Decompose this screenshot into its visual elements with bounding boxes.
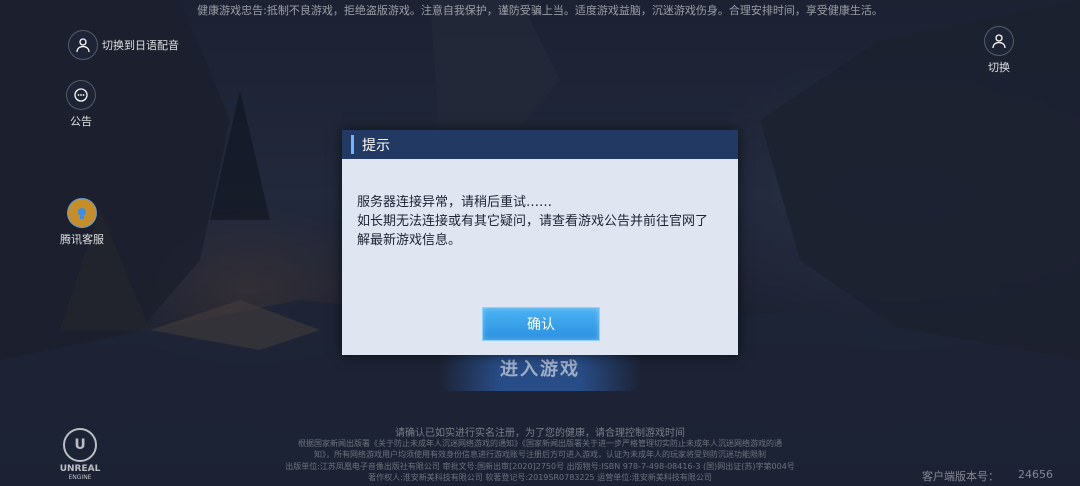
health-warning: 健康游戏忠告:抵制不良游戏，拒绝盗版游戏。注意自我保护，谨防受骗上当。适度游戏益… bbox=[197, 4, 883, 17]
legal-line-1: 根据国家新闻出版署《关于防止未成年人沉迷网络游戏的通知》《国家新闻出版署关于进一… bbox=[298, 439, 782, 448]
customer-service-icon bbox=[67, 198, 97, 228]
message-line-1: 服务器连接异常，请稍后重试…… bbox=[357, 195, 553, 210]
engine-text: ENGINE bbox=[68, 474, 92, 481]
legal-line-2: 知》，所有网络游戏用户均须使用有效身份信息进行游戏账号注册后方可进入游戏，认证为… bbox=[314, 450, 766, 459]
switch-account-label: 切换 bbox=[988, 61, 1010, 74]
client-version: 客户端版本号： 24656 bbox=[922, 468, 1053, 484]
voice-switch-button[interactable]: 切换到日语配音 bbox=[68, 30, 179, 60]
dialog-header: 提示 bbox=[342, 130, 738, 159]
unreal-engine-logo: U UNREAL ENGINE bbox=[55, 428, 105, 481]
alert-dialog: 提示 服务器连接异常，请稍后重试…… 如长期无法连接或有其它疑问，请查看游戏公告… bbox=[342, 130, 738, 355]
title-accent-bar bbox=[351, 135, 354, 154]
voice-switch-label: 切换到日语配音 bbox=[102, 39, 179, 52]
person-switch-icon bbox=[984, 26, 1014, 56]
version-label: 客户端版本号： bbox=[922, 470, 999, 483]
customer-service-label: 腾讯客服 bbox=[60, 233, 104, 246]
unreal-text: UNREAL bbox=[59, 464, 101, 474]
chat-bubble-icon bbox=[66, 80, 96, 110]
message-line-2: 如长期无法连接或有其它疑问，请查看游戏公告并前往官网了解最新游戏信息。 bbox=[357, 214, 709, 248]
unreal-mark: U bbox=[63, 428, 97, 462]
realname-notice: 请确认已如实进行实名注册，为了您的健康，请合理控制游戏时间 bbox=[395, 428, 685, 439]
dialog-message: 服务器连接异常，请稍后重试…… 如长期无法连接或有其它疑问，请查看游戏公告并前往… bbox=[342, 159, 738, 250]
announcement-label: 公告 bbox=[70, 115, 92, 128]
legal-line-4: 著作权人:淮安新美科技有限公司 软著登记号:2019SR0783225 运营单位… bbox=[368, 473, 712, 482]
legal-line-3: 出版单位:江苏凤凰电子音像出版社有限公司 审批文号:国新出审[2020]2750… bbox=[285, 462, 795, 471]
version-number: 24656 bbox=[1018, 468, 1053, 481]
person-icon bbox=[68, 30, 98, 60]
announcement-button[interactable]: 公告 bbox=[66, 80, 96, 129]
switch-account-button[interactable]: 切换 bbox=[984, 26, 1014, 75]
confirm-button[interactable]: 确认 bbox=[482, 307, 600, 341]
customer-service-button[interactable]: 腾讯客服 bbox=[60, 198, 104, 247]
dialog-title: 提示 bbox=[362, 137, 390, 154]
